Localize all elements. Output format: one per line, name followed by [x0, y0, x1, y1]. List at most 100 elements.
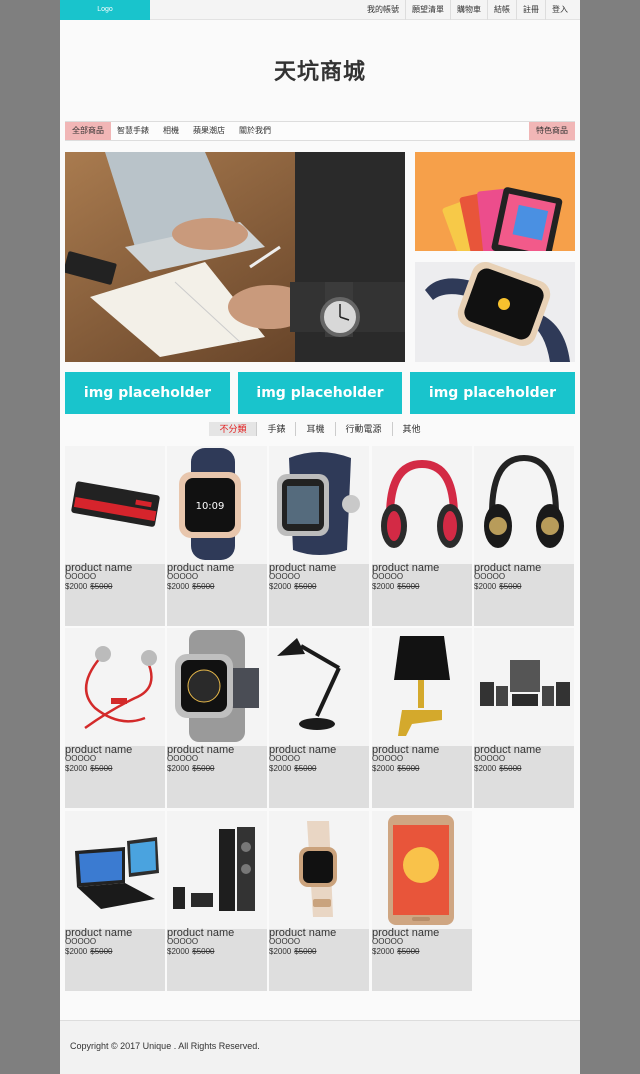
site-title: 天坑商城	[273, 60, 366, 85]
footer: Copyright © 2017 Unique . All Rights Res…	[60, 1020, 580, 1074]
price-current: $2000	[65, 764, 88, 773]
filter-watch[interactable]: 手錶	[256, 422, 295, 436]
product-price: $2000 $5000	[65, 764, 113, 773]
price-current: $2000	[167, 947, 190, 956]
price-current: $2000	[65, 582, 88, 591]
top-bar: Logo 我的帳號 願望清單 購物車 結帳 註冊 登入	[60, 0, 580, 20]
price-original: $5000	[499, 582, 522, 591]
smartwatch-steel-icon	[269, 446, 369, 564]
product-card[interactable]: product name OOOOO $2000 $5000	[372, 446, 472, 626]
price-original: $5000	[294, 582, 317, 591]
product-price: $2000 $5000	[65, 582, 113, 591]
price-original: $5000	[90, 764, 113, 773]
cat-featured[interactable]: 特色商品	[529, 122, 575, 140]
product-card[interactable]: product name OOOOO $2000 $5000	[65, 446, 165, 626]
price-original: $5000	[294, 947, 317, 956]
image-placeholder-1[interactable]: img placeholder	[65, 372, 230, 414]
product-card[interactable]: product name OOOOO $2000 $5000	[372, 628, 472, 808]
svg-text:10:09: 10:09	[196, 501, 225, 512]
product-card[interactable]: 10:09 product name OOOOO $2000 $5000	[167, 446, 267, 626]
product-card[interactable]: product name OOOOO $2000 $5000	[372, 811, 472, 991]
product-price: $2000 $5000	[372, 764, 420, 773]
product-rating: OOOOO	[167, 937, 199, 946]
cat-camera[interactable]: 相機	[163, 122, 179, 140]
product-price: $2000 $5000	[269, 947, 317, 956]
product-price: $2000 $5000	[474, 764, 522, 773]
tower-speakers-icon	[167, 811, 267, 929]
product-rating: OOOOO	[167, 572, 199, 581]
product-rating: OOOOO	[474, 754, 506, 763]
product-price: $2000 $5000	[269, 582, 317, 591]
price-original: $5000	[397, 947, 420, 956]
price-original: $5000	[294, 764, 317, 773]
product-card[interactable]: product name OOOOO $2000 $5000	[269, 446, 369, 626]
price-current: $2000	[167, 582, 190, 591]
nav-my-account[interactable]: 我的帳號	[361, 0, 405, 20]
product-price: $2000 $5000	[167, 582, 215, 591]
desk-lamp-icon	[269, 628, 369, 746]
price-current: $2000	[269, 764, 292, 773]
headphones-black-icon	[474, 446, 574, 564]
product-rating: OOOOO	[474, 572, 506, 581]
product-card[interactable]: product name OOOOO $2000 $5000	[269, 811, 369, 991]
product-price: $2000 $5000	[167, 764, 215, 773]
laptop-icon	[65, 811, 165, 929]
product-card[interactable]: product name OOOOO $2000 $5000	[474, 446, 574, 626]
price-current: $2000	[167, 764, 190, 773]
price-current: $2000	[372, 764, 395, 773]
price-current: $2000	[269, 582, 292, 591]
speaker-set-icon	[474, 628, 574, 746]
product-card[interactable]: product name OOOOO $2000 $5000	[167, 628, 267, 808]
price-original: $5000	[192, 947, 215, 956]
smartwatch-rose-gold-icon: 10:09	[167, 446, 267, 564]
cat-apple-store[interactable]: 蘋果潮店	[193, 122, 225, 140]
tablets-banner-image[interactable]	[415, 152, 575, 251]
product-rating: OOOOO	[372, 937, 404, 946]
hero-banner-image[interactable]	[65, 152, 405, 362]
page: Logo 我的帳號 願望清單 購物車 結帳 註冊 登入 天坑商城 全部商品 智慧…	[60, 0, 580, 1074]
filter-headphones[interactable]: 耳機	[295, 422, 334, 436]
category-filter: 不分類 手錶 耳機 行動電源 其他	[60, 421, 580, 437]
nav-cart[interactable]: 購物車	[450, 0, 487, 20]
user-nav: 我的帳號 願望清單 購物車 結帳 註冊 登入	[361, 0, 574, 20]
product-card[interactable]: product name OOOOO $2000 $5000	[65, 811, 165, 991]
product-price: $2000 $5000	[474, 582, 522, 591]
nav-login[interactable]: 登入	[545, 0, 574, 20]
logo[interactable]: Logo	[60, 0, 150, 20]
product-card[interactable]: product name OOOOO $2000 $5000	[65, 628, 165, 808]
image-placeholder-2[interactable]: img placeholder	[238, 372, 402, 414]
product-rating: OOOOO	[269, 937, 301, 946]
price-current: $2000	[269, 947, 292, 956]
nav-checkout[interactable]: 結帳	[487, 0, 516, 20]
table-lamp-gold-icon	[372, 628, 472, 746]
product-card[interactable]: product name OOOOO $2000 $5000	[269, 628, 369, 808]
filter-power-bank[interactable]: 行動電源	[334, 422, 392, 436]
product-card[interactable]: product name OOOOO $2000 $5000	[474, 628, 574, 808]
cat-smartwatch[interactable]: 智慧手錶	[117, 122, 149, 140]
product-rating: OOOOO	[65, 937, 97, 946]
price-original: $5000	[397, 764, 420, 773]
product-card[interactable]: product name OOOOO $2000 $5000	[167, 811, 267, 991]
price-current: $2000	[474, 582, 497, 591]
nav-wishlist[interactable]: 願望清單	[405, 0, 450, 20]
price-current: $2000	[474, 764, 497, 773]
price-current: $2000	[372, 582, 395, 591]
nav-register[interactable]: 註冊	[516, 0, 545, 20]
cat-all-products[interactable]: 全部商品	[65, 122, 111, 140]
filter-all[interactable]: 不分類	[209, 422, 257, 436]
product-rating: OOOOO	[372, 572, 404, 581]
image-placeholder-3[interactable]: img placeholder	[410, 372, 575, 414]
product-rating: OOOOO	[372, 754, 404, 763]
watch-banner-image[interactable]	[415, 262, 575, 362]
price-current: $2000	[65, 947, 88, 956]
product-rating: OOOOO	[167, 754, 199, 763]
filter-other[interactable]: 其他	[391, 422, 431, 436]
price-current: $2000	[372, 947, 395, 956]
cat-about-us[interactable]: 關於我們	[239, 122, 271, 140]
smartwatch-milanese-icon	[167, 628, 267, 746]
product-price: $2000 $5000	[372, 947, 420, 956]
product-rating: OOOOO	[269, 754, 301, 763]
power-bank-icon	[65, 446, 165, 564]
product-rating: OOOOO	[269, 572, 301, 581]
product-rating: OOOOO	[65, 754, 97, 763]
